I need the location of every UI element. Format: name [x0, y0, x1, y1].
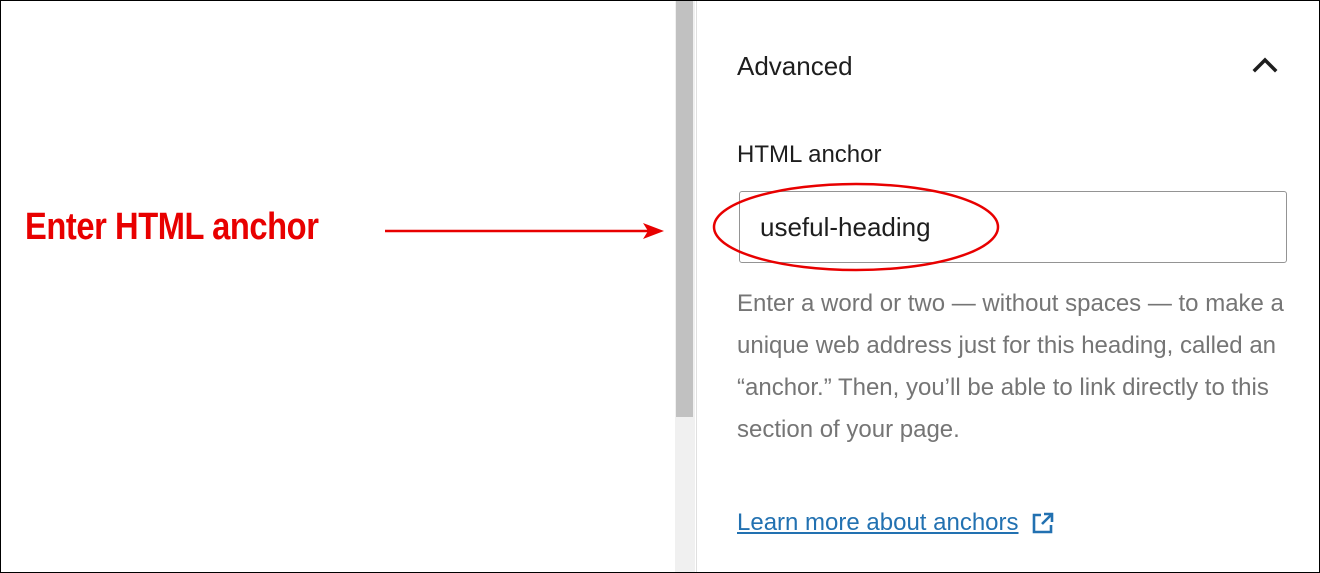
chevron-up-icon: [1252, 57, 1278, 73]
html-anchor-label: HTML anchor: [737, 141, 882, 168]
html-anchor-help-text: Enter a word or two — without spaces — t…: [737, 290, 1284, 443]
advanced-panel-header[interactable]: Advanced: [737, 43, 1287, 87]
external-link-icon: [1032, 512, 1053, 534]
canvas-scrollbar-thumb[interactable]: [676, 1, 693, 417]
advanced-settings-panel: Advanced HTML anchor Enter a word or two…: [696, 1, 1319, 572]
annotation-callout-text: Enter HTML anchor: [25, 206, 319, 248]
html-anchor-input[interactable]: [739, 191, 1287, 263]
learn-more-link-label: Learn more about anchors: [737, 509, 1019, 536]
panel-title: Advanced: [737, 51, 853, 81]
editor-canvas: Enter HTML anchor: [1, 1, 673, 572]
learn-more-anchors-link[interactable]: Learn more about anchors: [737, 509, 1057, 537]
collapse-toggle-button[interactable]: [1243, 43, 1287, 87]
screenshot-frame: Enter HTML anchor Advanced HTML anchor E…: [0, 0, 1320, 573]
